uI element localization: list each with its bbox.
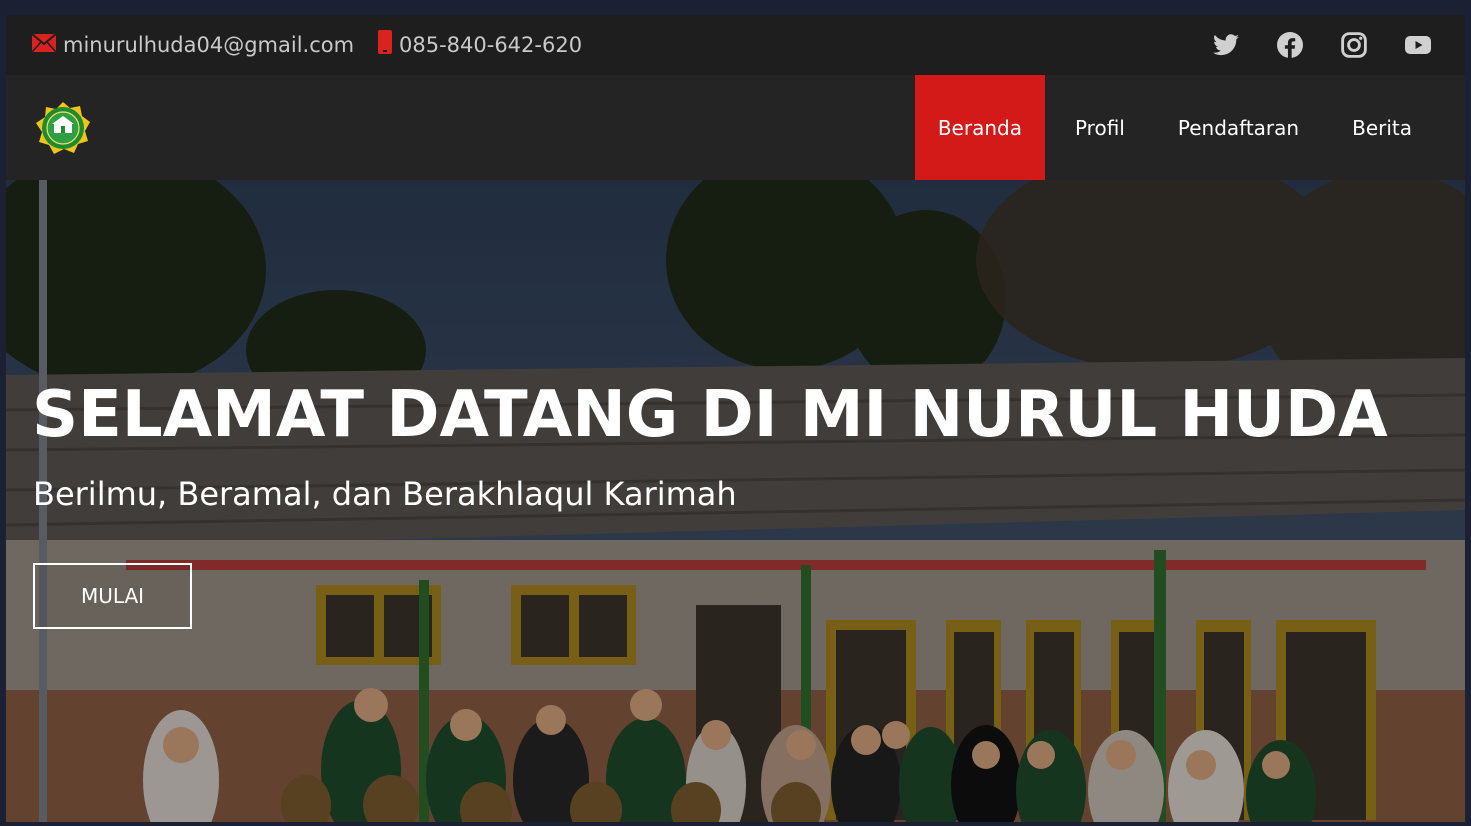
nav-beranda[interactable]: Beranda [914,75,1045,180]
mobile-phone-icon [378,30,392,60]
envelope-icon [31,32,57,58]
email-link[interactable]: minurulhuda04@gmail.com [31,15,355,75]
facebook-icon[interactable] [1277,32,1303,58]
top-bar: minurulhuda04@gmail.com 085-840-642-620 [6,15,1465,75]
main-menu: Beranda Profil Pendaftaran Berita [908,75,1465,180]
hero-section: SELAMAT DATANG DI MI NURUL HUDA Berilmu,… [6,180,1465,822]
social-links [1213,15,1431,75]
hero-title: SELAMAT DATANG DI MI NURUL HUDA [32,378,1388,452]
hero-subtitle: Berilmu, Beramal, dan Berakhlaqul Karima… [33,475,737,513]
youtube-icon[interactable] [1405,35,1431,55]
email-text: minurulhuda04@gmail.com [63,33,355,57]
page-frame: minurulhuda04@gmail.com 085-840-642-620 [6,15,1465,822]
start-button[interactable]: MULAI [33,563,192,629]
school-logo[interactable] [34,100,92,156]
phone-link[interactable]: 085-840-642-620 [378,15,582,75]
phone-text: 085-840-642-620 [399,33,583,57]
nav-profil[interactable]: Profil [1052,75,1148,180]
nav-pendaftaran[interactable]: Pendaftaran [1155,75,1322,180]
main-navbar: Beranda Profil Pendaftaran Berita [6,75,1465,180]
twitter-icon[interactable] [1213,34,1239,56]
nav-berita[interactable]: Berita [1329,75,1435,180]
instagram-icon[interactable] [1341,32,1367,58]
